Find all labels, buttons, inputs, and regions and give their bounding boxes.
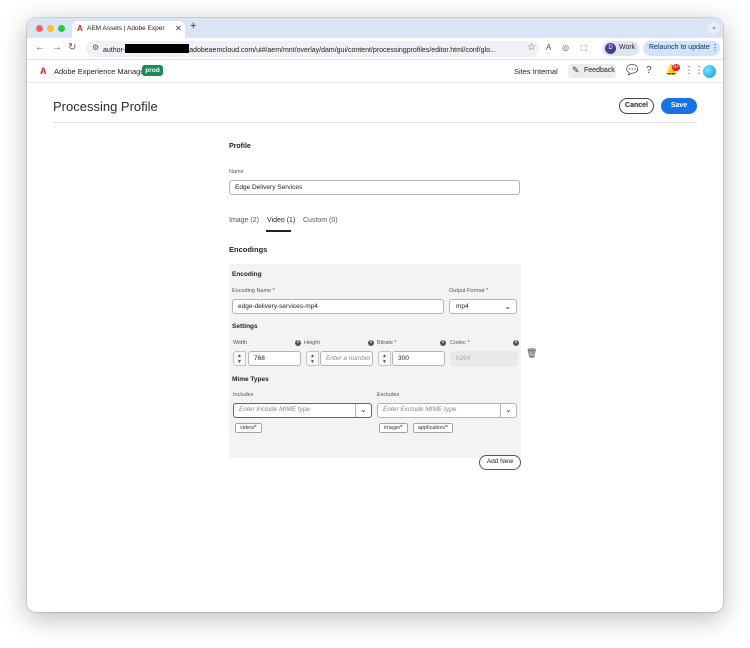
excludes-combobox[interactable]: Enter Exclude MIME type ⌄ (377, 403, 517, 418)
close-window-button[interactable] (36, 25, 43, 32)
close-tab-icon[interactable]: ✕ (175, 24, 182, 33)
include-tag[interactable]: video/* (235, 423, 262, 433)
tab-title: AEM Assets | Adobe Experien (87, 25, 165, 32)
profile-chip[interactable]: D Work (602, 41, 639, 56)
notification-badge: 9+ (672, 64, 680, 71)
redacted-host (125, 44, 190, 53)
puzzle-icon[interactable]: ⬚ (580, 43, 588, 52)
height-info-icon[interactable]: i (368, 340, 374, 346)
translate-icon[interactable]: A (546, 43, 551, 52)
back-arrow-icon[interactable]: ← (35, 42, 45, 53)
bitrate-info-icon[interactable]: i (440, 340, 446, 346)
codec-info-icon[interactable]: i (513, 340, 519, 346)
cancel-button[interactable]: Cancel (619, 98, 654, 114)
height-label: Height (304, 340, 320, 346)
includes-placeholder: Enter Include MIME type (239, 406, 311, 413)
page-title: Processing Profile (53, 99, 158, 114)
reload-icon[interactable]: ↻ (68, 42, 76, 53)
bitrate-input[interactable]: 300 (392, 351, 445, 366)
url-text: author-adobeaemcloud.com/ui#/aem/mnt/ove… (103, 44, 503, 54)
sites-label[interactable]: Sites Internal (514, 67, 558, 76)
app-header: A Adobe Experience Manager prod Sites In… (27, 61, 723, 83)
tab-custom[interactable]: Custom (0) (303, 217, 338, 224)
profile-heading: Profile (229, 143, 251, 150)
feedback-button[interactable]: ✎ Feedback (568, 64, 616, 78)
codec-field: h264 (450, 351, 518, 366)
width-label: Width (233, 340, 248, 346)
relaunch-label: Relaunch to update (649, 44, 710, 51)
exclude-tag[interactable]: application/* (413, 423, 453, 433)
trash-icon[interactable]: 🗑 (526, 348, 537, 359)
chat-icon[interactable]: 💬 (626, 65, 638, 76)
chevron-down-icon[interactable]: ⌄ (355, 404, 371, 417)
width-info-icon[interactable]: i (295, 340, 301, 346)
chevron-down-icon: ⌄ (504, 302, 511, 311)
excludes-label: Excludes (377, 392, 400, 398)
output-format-dropdown[interactable]: mp4 ⌄ (449, 299, 517, 314)
new-tab-button[interactable]: + (190, 20, 196, 32)
height-input[interactable]: Enter a number (320, 351, 373, 366)
relaunch-button[interactable]: Relaunch to update ⋮ (643, 41, 720, 56)
output-format-label: Output Format * (449, 288, 489, 294)
height-stepper[interactable]: ▲ ▼ (306, 351, 319, 366)
app-name[interactable]: Adobe Experience Manager (54, 67, 147, 76)
feedback-icon: ✎ (572, 65, 580, 75)
zoom-window-button[interactable] (58, 25, 65, 32)
env-badge: prod (142, 65, 163, 76)
includes-combobox[interactable]: Enter Include MIME type ⌄ (233, 403, 372, 418)
save-button[interactable]: Save (661, 98, 697, 114)
codec-label: Codec * (450, 340, 470, 346)
adobe-favicon-icon: A (77, 24, 83, 33)
settings-heading: Settings (232, 323, 258, 330)
output-format-value: mp4 (456, 303, 469, 310)
tab-strip: A AEM Assets | Adobe Experien ✕ + ⌄ (27, 18, 723, 38)
apps-grid-icon[interactable]: ⋮⋮ (684, 65, 704, 76)
excludes-placeholder: Enter Exclude MIME type (383, 406, 457, 413)
extension-icon[interactable]: ◎ (562, 43, 569, 52)
minimize-window-button[interactable] (47, 25, 54, 32)
user-avatar[interactable] (703, 65, 716, 78)
site-settings-icon[interactable]: ⚙ (92, 43, 99, 52)
name-label: Name (229, 169, 244, 175)
bitrate-stepper[interactable]: ▲ ▼ (378, 351, 391, 366)
add-new-button[interactable]: Add New (479, 455, 521, 470)
help-icon[interactable]: ? (646, 65, 652, 76)
active-tab-indicator (266, 230, 291, 232)
browser-toolbar: ← → ↻ ⚙ author-adobeaemcloud.com/ui#/aem… (27, 38, 723, 60)
bitrate-label: Bitrate * (377, 340, 397, 346)
width-stepper[interactable]: ▲ ▼ (233, 351, 246, 366)
profile-avatar: D (605, 43, 616, 54)
adobe-logo-icon[interactable]: A (40, 66, 47, 76)
encodings-heading: Encodings (229, 245, 268, 254)
encoding-name-input[interactable]: edge-delivery-services-mp4 (232, 299, 444, 314)
address-bar[interactable]: ⚙ author-adobeaemcloud.com/ui#/aem/mnt/o… (86, 41, 539, 57)
browser-tab[interactable]: A AEM Assets | Adobe Experien ✕ (72, 21, 185, 38)
height-placeholder: Enter a number (326, 355, 371, 362)
profile-label: Work (619, 44, 636, 51)
title-divider (53, 122, 697, 123)
more-menu-icon[interactable]: ⋮ (711, 43, 719, 52)
includes-label: Includes (233, 392, 254, 398)
forward-arrow-icon[interactable]: → (52, 42, 62, 53)
feedback-label: Feedback (584, 67, 615, 74)
mime-types-heading: Mime Types (232, 376, 269, 383)
encoding-heading: Encoding (232, 271, 262, 278)
encoding-name-label: Encoding Name * (232, 288, 275, 294)
tab-search-icon[interactable]: ⌄ (708, 22, 720, 34)
star-icon[interactable]: ☆ (527, 42, 536, 53)
tab-video[interactable]: Video (1) (267, 217, 295, 224)
tab-image[interactable]: Image (2) (229, 217, 259, 224)
width-input[interactable]: 768 (248, 351, 301, 366)
exclude-tag[interactable]: image/* (379, 423, 408, 433)
chevron-down-icon[interactable]: ⌄ (500, 404, 516, 417)
browser-window: A AEM Assets | Adobe Experien ✕ + ⌄ ← → … (27, 18, 723, 612)
name-input[interactable]: Edge Delivery Services (229, 180, 520, 195)
